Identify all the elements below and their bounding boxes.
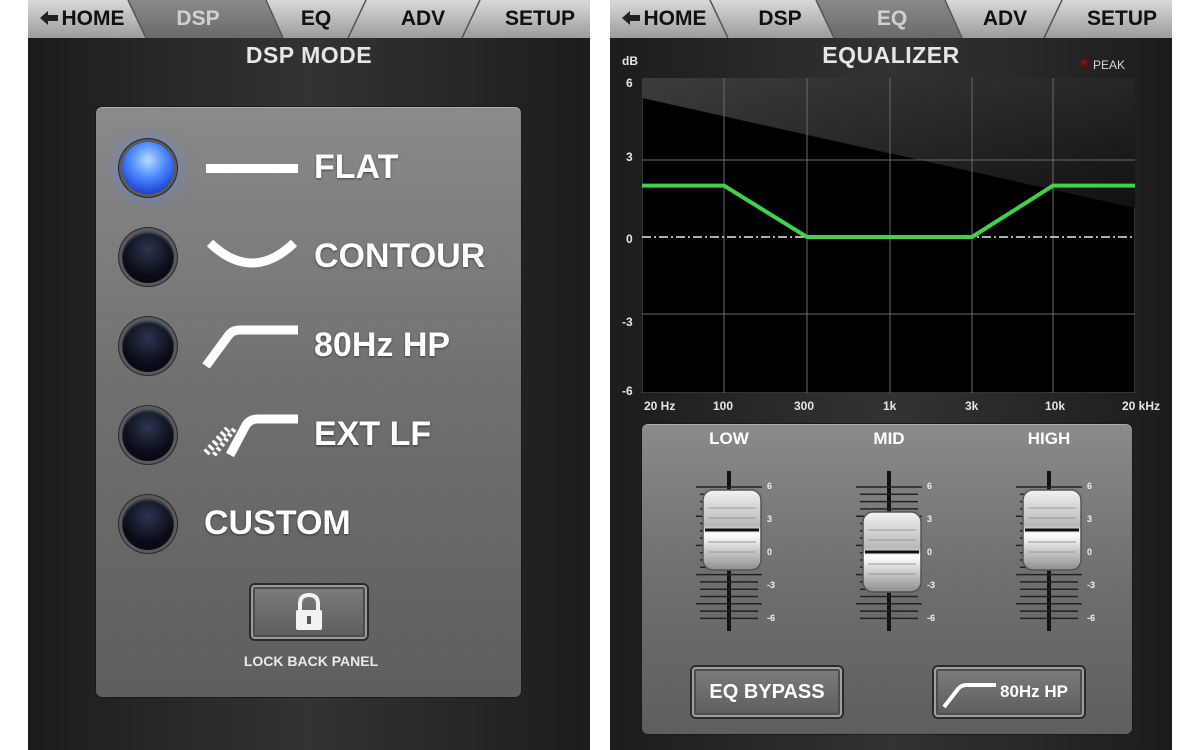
- fader-scale-label: 0: [927, 547, 933, 557]
- fader-scale-label: -3: [927, 580, 936, 590]
- tab-eq-label: EQ: [876, 7, 908, 30]
- tab-dsp[interactable]: DSP: [148, 0, 248, 38]
- fader-label-high: HIGH: [1027, 429, 1071, 448]
- fader-knob-high[interactable]: [1020, 488, 1084, 572]
- fader-scale-label: 3: [927, 514, 933, 524]
- tab-bar: HOME DSP EQ ADV SETUP: [28, 0, 590, 38]
- dsp-screen: HOME DSP EQ ADV SETUP DSP MODE FLAT CONT…: [28, 0, 590, 750]
- fader-scale-label: -6: [927, 613, 936, 623]
- db-tick-label: 0: [626, 232, 633, 246]
- fader-scale-label: -6: [767, 613, 776, 623]
- tab-adv[interactable]: ADV: [960, 0, 1050, 38]
- tab-dsp-label: DSP: [176, 7, 220, 30]
- mode-option-contour[interactable]: CONTOUR: [96, 223, 526, 293]
- contour-curve-icon: [206, 239, 298, 268]
- fader-scale-label: 0: [1087, 547, 1093, 557]
- mode-indicator-led: [122, 142, 174, 194]
- tab-setup[interactable]: SETUP: [1072, 0, 1172, 38]
- back-arrow-icon: [621, 0, 640, 38]
- freq-tick-label: 10k: [1045, 399, 1066, 413]
- fader-scale-label: 6: [927, 481, 933, 491]
- peak-label: PEAK: [1093, 58, 1126, 72]
- fader-scale-label: 3: [1087, 514, 1093, 524]
- lock-back-panel-label: LOCK BACK PANEL: [243, 653, 379, 669]
- eq-80hz-hp-label: 80Hz HP: [1000, 682, 1069, 701]
- fader-label-low: LOW: [709, 429, 749, 448]
- tab-home-label: HOME: [61, 7, 125, 30]
- fader-scale-label: -3: [1087, 580, 1096, 590]
- fader-scale-label: -3: [767, 580, 776, 590]
- eq-fader-panel: LOW MID HIGH 6 3 0 -3 -6 6 3 0 -3 -6 6 3 0 -3 -6 EQ BY…: [642, 424, 1132, 734]
- tab-setup[interactable]: SETUP: [490, 0, 590, 38]
- tab-adv[interactable]: ADV: [378, 0, 468, 38]
- mode-label: CONTOUR: [314, 237, 486, 275]
- tab-setup-label: SETUP: [504, 7, 575, 30]
- eq-80hz-hp-button[interactable]: 80Hz HP: [934, 667, 1084, 717]
- tab-eq-label: EQ: [300, 7, 332, 30]
- tab-adv-label: ADV: [400, 7, 446, 30]
- tab-eq[interactable]: EQ: [276, 0, 356, 38]
- highpass-curve-icon: [942, 683, 996, 709]
- mode-option-ext-lf[interactable]: EXT LF: [96, 401, 526, 471]
- fader-scale-label: 0: [767, 547, 773, 557]
- db-tick-label: 6: [626, 76, 633, 90]
- peak-led-icon: [1080, 59, 1089, 68]
- fader-scale-label: 6: [1087, 481, 1093, 491]
- extended-lf-curve-icon: [203, 414, 298, 457]
- dsp-mode-panel: FLAT CONTOUR 80Hz HP EXT LF CUSTOM LOCK …: [96, 107, 521, 697]
- mode-indicator-led: [122, 231, 174, 283]
- fader-scale-label: -6: [1087, 613, 1096, 623]
- back-arrow-icon: [39, 0, 58, 38]
- freq-tick-label: 20 Hz: [644, 399, 676, 413]
- eq-bypass-label: EQ BYPASS: [709, 681, 825, 703]
- tab-eq[interactable]: EQ: [842, 0, 942, 38]
- mode-option-80hz-hp[interactable]: 80Hz HP: [96, 312, 526, 382]
- fader-knob-mid[interactable]: [860, 510, 924, 594]
- fader-scale-label: 6: [767, 481, 773, 491]
- eq-bypass-button[interactable]: EQ BYPASS: [692, 667, 842, 717]
- db-tick-label: -3: [622, 315, 633, 329]
- fader-label-mid: MID: [873, 429, 905, 448]
- lock-back-panel-button[interactable]: [251, 585, 367, 639]
- peak-indicator: PEAK: [1080, 58, 1126, 72]
- page-title: DSP MODE: [245, 42, 373, 68]
- tab-home-label: HOME: [643, 7, 707, 30]
- eq-response-graph: [642, 78, 1135, 393]
- freq-tick-label: 300: [794, 399, 815, 413]
- mode-label: EXT LF: [314, 415, 432, 453]
- mode-option-custom[interactable]: CUSTOM: [96, 490, 526, 560]
- db-tick-label: 3: [626, 150, 633, 164]
- tab-dsp-label: DSP: [758, 7, 802, 30]
- freq-tick-label: 100: [713, 399, 734, 413]
- mode-indicator-led: [122, 498, 174, 550]
- freq-tick-label: 3k: [965, 399, 979, 413]
- freq-tick-label: 20 kHz: [1122, 399, 1161, 413]
- tab-home[interactable]: HOME: [618, 0, 710, 38]
- freq-tick-label: 1k: [883, 399, 897, 413]
- tab-bar: HOME DSP EQ ADV SETUP: [610, 0, 1172, 38]
- mode-option-flat[interactable]: FLAT: [96, 134, 526, 204]
- db-unit-label: dB: [622, 54, 638, 68]
- tab-setup-label: SETUP: [1086, 7, 1157, 30]
- fader-scale-label: 3: [767, 514, 773, 524]
- tab-adv-label: ADV: [982, 7, 1028, 30]
- mode-indicator-led: [122, 409, 174, 461]
- tab-dsp[interactable]: DSP: [732, 0, 828, 38]
- eq-screen: HOME DSP EQ ADV SETUP EQUALIZER dB PEAK …: [610, 0, 1172, 750]
- mode-label: 80Hz HP: [314, 326, 451, 364]
- fader-knob-low[interactable]: [700, 488, 764, 572]
- padlock-icon: [296, 592, 322, 630]
- mode-label: CUSTOM: [204, 504, 351, 542]
- tab-home[interactable]: HOME: [36, 0, 128, 38]
- mode-indicator-led: [122, 320, 174, 372]
- flat-curve-icon: [206, 164, 298, 173]
- highpass-curve-icon: [202, 325, 298, 368]
- db-tick-label: -6: [622, 384, 633, 398]
- mode-label: FLAT: [314, 148, 399, 186]
